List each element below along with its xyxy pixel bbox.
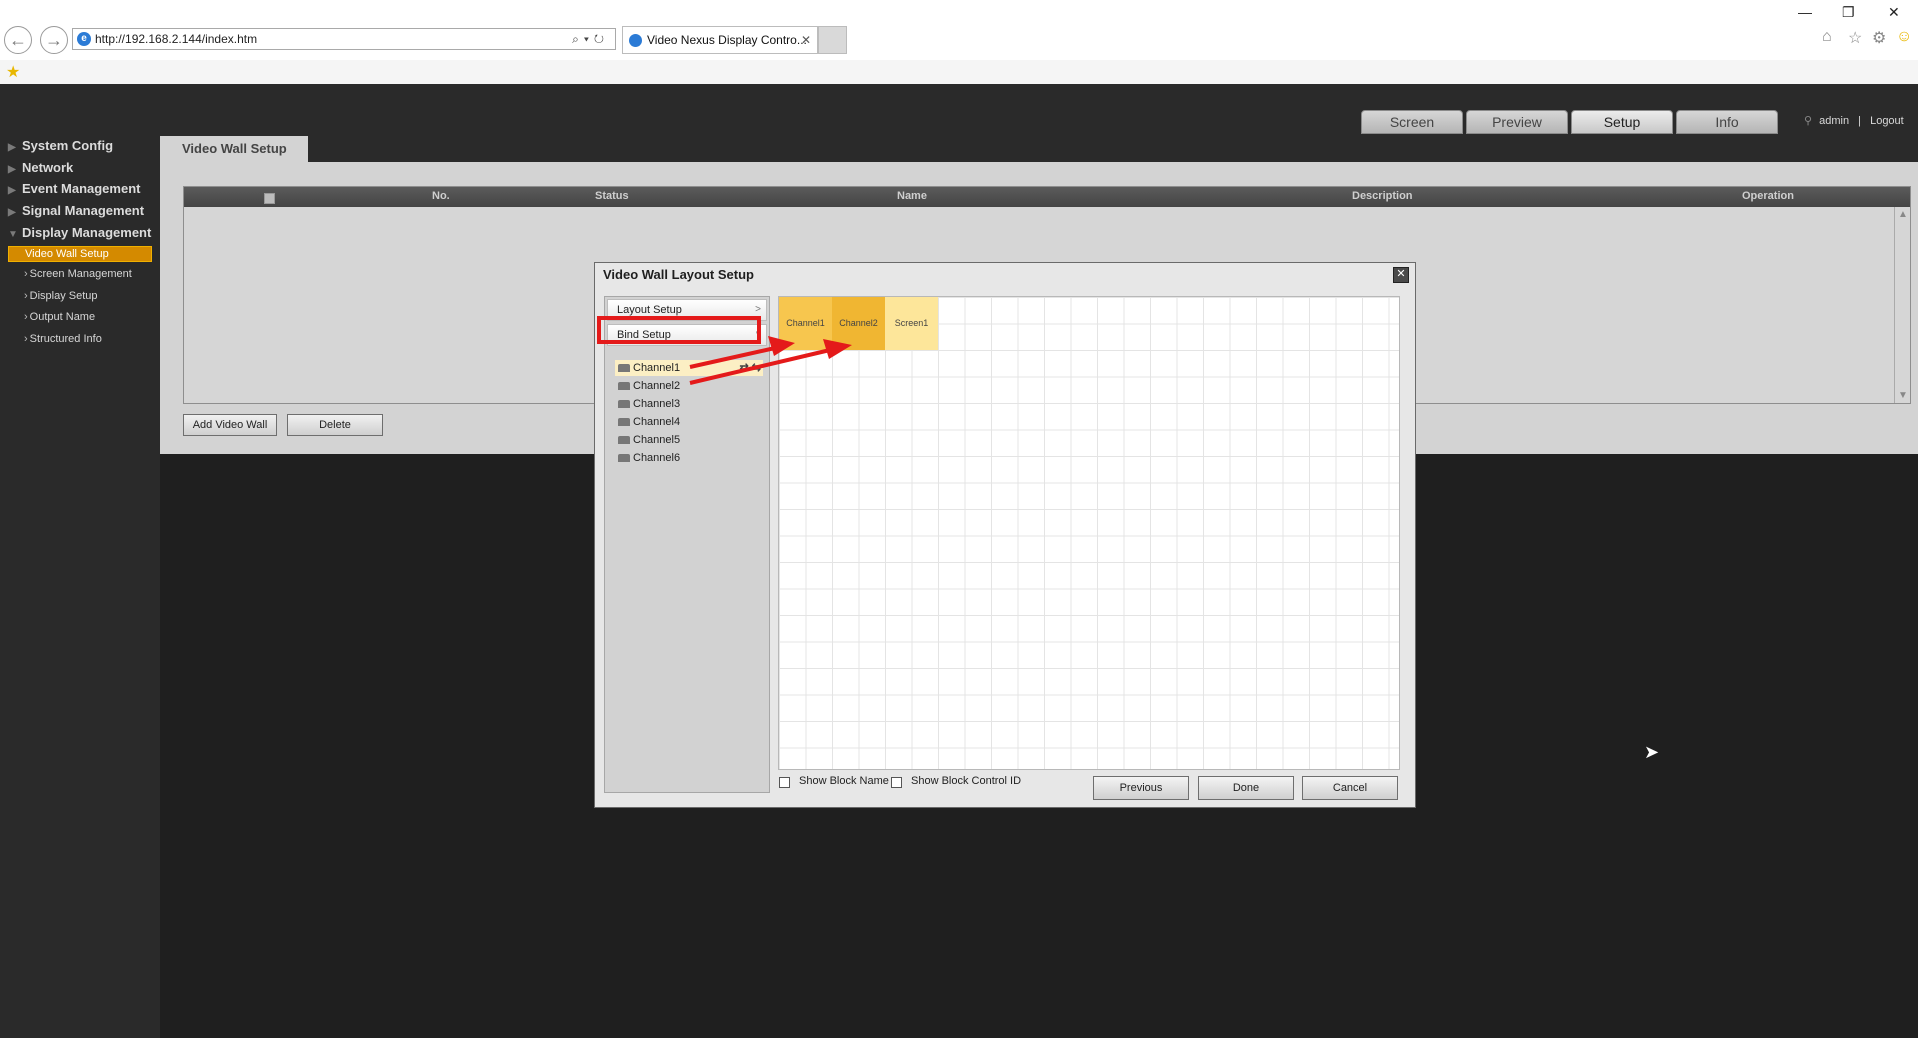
sidebar-item-network[interactable]: ▶ Network xyxy=(8,160,73,175)
dialog-title: Video Wall Layout Setup xyxy=(603,267,754,282)
cancel-button[interactable]: Cancel xyxy=(1302,776,1398,800)
col-name: Name xyxy=(897,190,927,202)
section-title: Video Wall Setup xyxy=(160,136,308,162)
tab-close-icon[interactable]: ✕ xyxy=(801,27,811,53)
setup-panel: Layout Setup > Bind Setup v Channel1 ⇄ ⇆… xyxy=(604,296,770,793)
scroll-down-icon[interactable]: ▼ xyxy=(1898,390,1908,401)
col-status: Status xyxy=(595,190,629,202)
add-favorite-icon[interactable]: ★ xyxy=(6,62,20,82)
previous-button[interactable]: Previous xyxy=(1093,776,1189,800)
chevron-right-icon: › xyxy=(24,333,28,345)
table-header: No. Status Name Description Operation xyxy=(184,187,1910,207)
user-separator: | xyxy=(1858,115,1862,127)
favorites-star-icon[interactable]: ☆ xyxy=(1848,28,1862,48)
channel-item[interactable]: Channel1 ⇄ ⇆ xyxy=(615,360,763,376)
channel-item[interactable]: Channel6 xyxy=(615,450,763,466)
browser-tab[interactable]: Video Nexus Display Contro... ✕ xyxy=(622,26,818,54)
sidebar-item-signal-management[interactable]: ▶ Signal Management xyxy=(8,203,144,218)
restore-icon[interactable]: ❐ xyxy=(1842,4,1855,21)
show-block-control-id-label: Show Block Control ID xyxy=(911,775,1022,787)
wall-block-screen1[interactable]: Screen1 xyxy=(885,297,938,350)
monitor-icon xyxy=(618,400,630,408)
address-bar[interactable]: e http://192.168.2.144/index.htm ⌕▾↻ xyxy=(72,28,616,50)
col-no: No. xyxy=(432,190,450,202)
browser-chrome: ← → e http://192.168.2.144/index.htm ⌕▾↻… xyxy=(0,0,1918,84)
channel-item[interactable]: Channel5 xyxy=(615,432,763,448)
sidebar-item-system-config[interactable]: ▶ System Config xyxy=(8,138,113,153)
channel-item[interactable]: Channel3 xyxy=(615,396,763,412)
monitor-icon xyxy=(618,382,630,390)
smiley-icon[interactable]: ☺ xyxy=(1896,28,1912,46)
forward-icon[interactable]: → xyxy=(40,26,68,54)
show-block-name-checkbox[interactable] xyxy=(779,777,790,788)
col-description: Description xyxy=(1352,190,1413,202)
caret-right-icon: ▶ xyxy=(8,185,16,196)
monitor-icon xyxy=(618,418,630,426)
sidebar-item-structured-info[interactable]: › Structured Info xyxy=(24,333,102,345)
section-tab-strip xyxy=(308,136,1918,162)
delete-button[interactable]: Delete xyxy=(287,414,383,436)
tab-title: Video Nexus Display Contro... xyxy=(647,33,807,47)
sidebar-item-video-wall-setup[interactable]: Video Wall Setup xyxy=(8,246,152,262)
channel-item[interactable]: Channel2 xyxy=(615,378,763,394)
col-operation: Operation xyxy=(1742,190,1794,202)
table-scrollbar[interactable]: ▲ ▼ xyxy=(1894,207,1910,403)
show-block-control-id-checkbox[interactable] xyxy=(891,777,902,788)
sidebar-item-event-management[interactable]: ▶ Event Management xyxy=(8,181,140,196)
search-refresh-icon[interactable]: ⌕▾↻ xyxy=(572,29,609,49)
bind-setup-annotation xyxy=(597,316,761,344)
tab-info[interactable]: Info xyxy=(1676,110,1778,134)
caret-right-icon: ▶ xyxy=(8,142,16,153)
done-button[interactable]: Done xyxy=(1198,776,1294,800)
chevron-right-icon: › xyxy=(24,268,28,280)
tab-screen[interactable]: Screen xyxy=(1361,110,1463,134)
select-all-checkbox[interactable] xyxy=(264,193,275,204)
layout-grid[interactable]: Channel1 Channel2 Screen1 xyxy=(778,296,1400,770)
sidebar-item-display-management[interactable]: ▼ Display Management xyxy=(8,225,151,240)
user-area: ⚲ admin | Logout xyxy=(1804,114,1904,127)
add-video-wall-button[interactable]: Add Video Wall xyxy=(183,414,277,436)
caret-down-icon: ▼ xyxy=(8,229,18,240)
tab-setup[interactable]: Setup xyxy=(1571,110,1673,134)
url-text: http://192.168.2.144/index.htm xyxy=(95,32,258,46)
monitor-icon xyxy=(618,454,630,462)
close-window-icon[interactable]: ✕ xyxy=(1888,4,1900,21)
chevron-right-icon: › xyxy=(24,311,28,323)
gear-icon[interactable]: ⚙ xyxy=(1872,28,1886,48)
logout-link[interactable]: Logout xyxy=(1870,115,1904,127)
favorites-bar: ★ xyxy=(0,60,1918,84)
sidebar-item-output-name[interactable]: › Output Name xyxy=(24,311,95,323)
monitor-icon xyxy=(618,364,630,372)
video-wall-layout-dialog: Video Wall Layout Setup ✕ Layout Setup >… xyxy=(594,262,1416,808)
back-icon[interactable]: ← xyxy=(4,26,32,54)
monitor-icon xyxy=(618,436,630,444)
username: admin xyxy=(1819,115,1850,127)
chevron-right-icon: › xyxy=(24,290,28,302)
wall-block-channel2[interactable]: Channel2 xyxy=(832,297,885,350)
sidebar-item-screen-management[interactable]: › Screen Management xyxy=(24,268,132,280)
wall-block-channel1[interactable]: Channel1 xyxy=(779,297,832,350)
show-block-name-label: Show Block Name xyxy=(799,775,889,787)
channel-item[interactable]: Channel4 xyxy=(615,414,763,430)
home-icon[interactable]: ⌂ xyxy=(1822,28,1832,46)
scroll-up-icon[interactable]: ▲ xyxy=(1898,209,1908,220)
mouse-cursor-icon: ➤ xyxy=(1644,742,1660,762)
new-tab-button[interactable] xyxy=(818,26,847,54)
minimize-icon[interactable]: — xyxy=(1798,4,1812,20)
caret-right-icon: ▶ xyxy=(8,207,16,218)
ie-icon: e xyxy=(77,32,91,46)
tab-preview[interactable]: Preview xyxy=(1466,110,1568,134)
bind-arrows-icon[interactable]: ⇄ ⇆ xyxy=(740,360,762,376)
sidebar-item-display-setup[interactable]: › Display Setup xyxy=(24,290,98,302)
caret-right-icon: ▶ xyxy=(8,164,16,175)
dialog-close-icon[interactable]: ✕ xyxy=(1393,267,1409,283)
sidebar: ▶ System Config ▶ Network ▶ Event Managemen… xyxy=(0,136,160,1038)
user-icon: ⚲ xyxy=(1804,115,1813,127)
tab-ie-icon xyxy=(629,34,642,47)
